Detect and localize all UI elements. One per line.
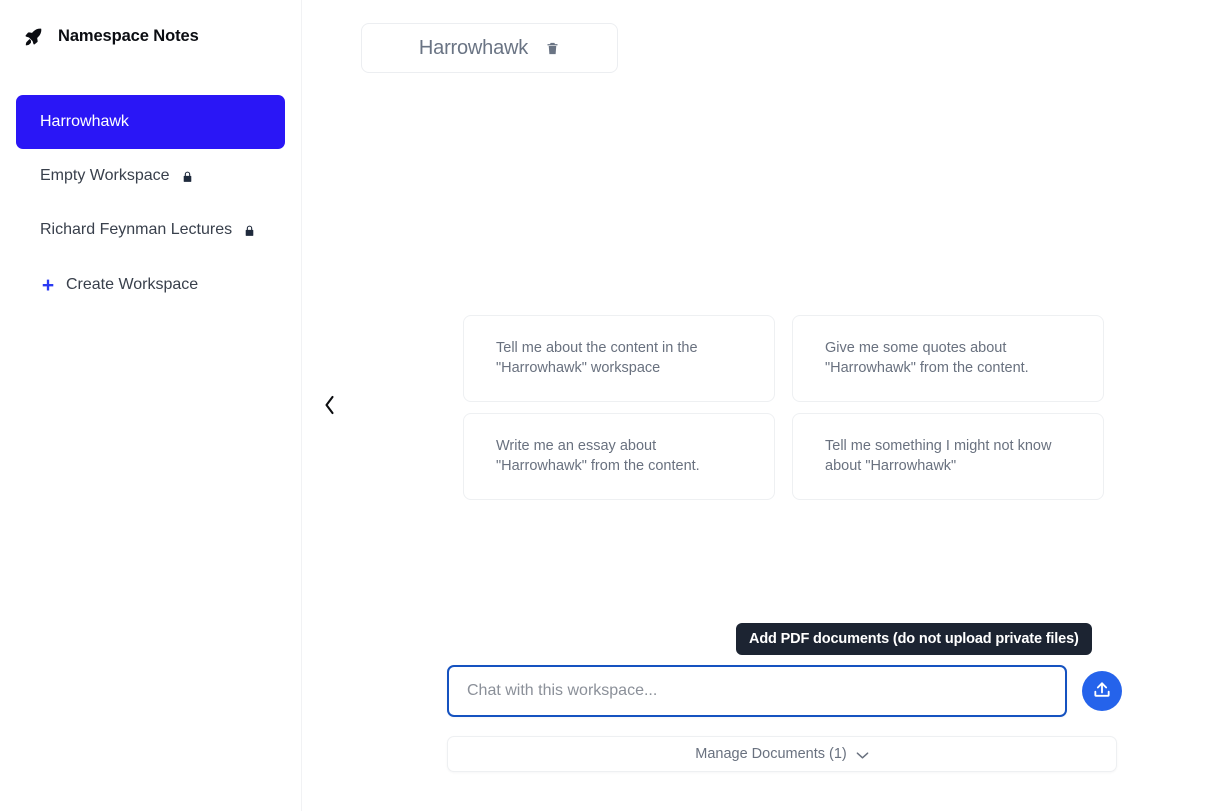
plus-icon: +: [40, 275, 56, 296]
lock-icon: [181, 170, 194, 184]
upload-tooltip: Add PDF documents (do not upload private…: [736, 623, 1092, 655]
app-root: Namespace Notes Harrowhawk Empty Workspa…: [0, 0, 1222, 811]
chevron-down-icon: [856, 751, 869, 760]
sidebar-item-label: Harrowhawk: [40, 113, 129, 131]
chevron-left-icon: [323, 395, 336, 420]
sidebar-item-richard-feynman-lectures[interactable]: Richard Feynman Lectures: [16, 203, 285, 257]
suggestion-card[interactable]: Tell me about the content in the "Harrow…: [463, 315, 775, 402]
manage-documents-button[interactable]: Manage Documents (1): [447, 736, 1117, 772]
manage-documents-label: Manage Documents (1): [695, 746, 847, 762]
suggestion-card[interactable]: Give me some quotes about "Harrowhawk" f…: [792, 315, 1104, 402]
workspace-list: Harrowhawk Empty Workspace Richard Feynm…: [0, 95, 301, 307]
suggestion-card[interactable]: Write me an essay about "Harrowhawk" fro…: [463, 413, 775, 500]
create-workspace-button[interactable]: + Create Workspace: [16, 263, 285, 307]
suggestion-card[interactable]: Tell me something I might not know about…: [792, 413, 1104, 500]
upload-icon: [1092, 680, 1112, 703]
sidebar-item-label: Richard Feynman Lectures: [40, 221, 232, 239]
create-workspace-label: Create Workspace: [66, 276, 198, 294]
sidebar: Namespace Notes Harrowhawk Empty Workspa…: [0, 0, 302, 811]
main-content: Harrowhawk Tell me about the content in …: [302, 0, 1222, 811]
rocket-icon: [22, 25, 44, 47]
sidebar-item-harrowhawk[interactable]: Harrowhawk: [16, 95, 285, 149]
trash-icon[interactable]: [545, 40, 560, 57]
lock-icon: [243, 224, 256, 238]
suggestion-cards: Tell me about the content in the "Harrow…: [463, 315, 1104, 500]
sidebar-item-empty-workspace[interactable]: Empty Workspace: [16, 149, 285, 203]
upload-documents-button[interactable]: [1082, 671, 1122, 711]
workspace-header-pill[interactable]: Harrowhawk: [361, 23, 618, 73]
chat-input-row: [447, 665, 1122, 717]
chat-input[interactable]: [447, 665, 1067, 717]
brand: Namespace Notes: [0, 0, 301, 52]
sidebar-item-label: Empty Workspace: [40, 167, 170, 185]
sidebar-collapse-button[interactable]: [316, 390, 342, 424]
brand-title: Namespace Notes: [58, 27, 199, 46]
page-title: Harrowhawk: [419, 37, 528, 60]
